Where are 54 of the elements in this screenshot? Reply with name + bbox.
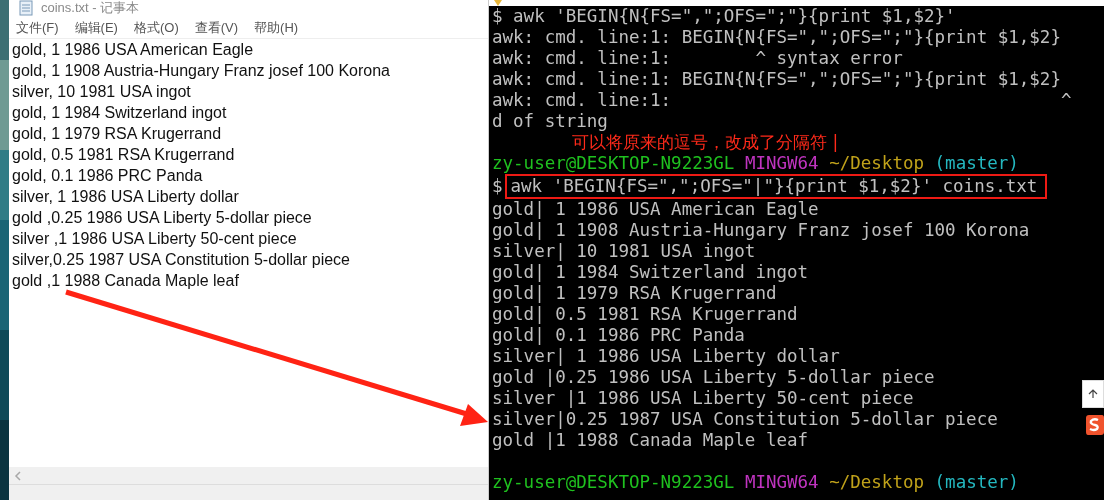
annotation-text: 可以将原来的逗号，改成了分隔符 |	[572, 132, 839, 152]
terminal-line: silver|0.25 1987 USA Constitution 5-dollar piece	[492, 409, 999, 430]
terminal-line: gold |1 1988 Canada Maple leaf	[492, 430, 810, 451]
horizontal-scrollbar[interactable]	[9, 467, 488, 485]
terminal-line: gold| 1 1986 USA American Eagle	[492, 199, 820, 220]
text-line: gold, 1 1908 Austria-Hungary Franz josef 100 Korona	[12, 61, 391, 81]
terminal-icon	[493, 0, 503, 6]
menu-item[interactable]: 查看(V)	[194, 19, 239, 37]
text-line: gold ,1 1988 Canada Maple leaf	[12, 271, 240, 291]
text-line: silver, 10 1981 USA ingot	[12, 82, 192, 102]
terminal-line: silver| 1 1986 USA Liberty dollar	[492, 346, 841, 367]
window-title: coins.txt - 记事本	[41, 0, 140, 17]
prompt-branch: (master)	[934, 153, 1019, 173]
terminal-line: gold| 1 1979 RSA Krugerrand	[492, 283, 778, 304]
up-arrow-icon	[1088, 389, 1098, 399]
scroll-left-icon[interactable]	[14, 470, 22, 481]
terminal-line: awk: cmd. line:1: ^ syntax error	[492, 48, 904, 69]
prompt-system: MINGW64	[744, 153, 819, 173]
terminal-line: gold| 1 1984 Switzerland ingot	[492, 262, 810, 283]
terminal-line: gold| 0.1 1986 PRC Panda	[492, 325, 746, 346]
menu-item[interactable]: 帮助(H)	[254, 19, 299, 37]
text-line: silver, 1 1986 USA Liberty dollar	[12, 187, 240, 207]
terminal-line: silver |1 1986 USA Liberty 50-cent piece	[492, 388, 915, 409]
menu-item[interactable]: 文件(F)	[16, 19, 59, 37]
text-line: silver ,1 1986 USA Liberty 50-cent piece	[12, 229, 298, 249]
prompt-system: MINGW64	[744, 472, 819, 492]
text-line: silver,0.25 1987 USA Constitution 5-dollar piece	[12, 250, 351, 270]
terminal-line: awk: cmd. line:1: BEGIN{N{FS=",";OFS=";"}{print $1,$2}	[492, 27, 1062, 48]
prompt-user: zy-user@DESKTOP-N9223GL	[492, 153, 735, 173]
text-line: gold, 0.5 1981 RSA Krugerrand	[12, 145, 236, 165]
prompt-user: zy-user@DESKTOP-N9223GL	[492, 472, 735, 492]
terminal-line: silver| 10 1981 USA ingot	[492, 241, 757, 262]
text-line: gold, 1 1979 RSA Krugerrand	[12, 124, 223, 144]
text-line: gold, 1 1984 Switzerland ingot	[12, 103, 228, 123]
terminal-line: d of string	[492, 111, 609, 132]
terminal-line: gold| 1 1908 Austria-Hungary Franz josef 100 Korona	[492, 220, 1031, 241]
text-line: gold ,0.25 1986 USA Liberty 5-dollar piece	[12, 208, 313, 228]
notepad-icon	[19, 0, 33, 16]
prompt-path: ~/Desktop	[829, 472, 924, 492]
terminal-line: awk: cmd. line:1: BEGIN{N{FS=",";OFS=";"}{print $1,$2}	[492, 69, 1062, 90]
menu-item[interactable]: 编辑(E)	[74, 19, 118, 37]
terminal-line: gold |0.25 1986 USA Liberty 5-dollar piece	[492, 367, 936, 388]
scroll-top-button[interactable]	[1082, 380, 1104, 408]
prompt-sign: $	[492, 176, 503, 197]
text-line: gold, 1 1986 USA American Eagle	[12, 40, 255, 60]
text-line: gold, 0.1 1986 PRC Panda	[12, 166, 204, 186]
terminal-line: awk: cmd. line:1: ^	[492, 90, 1073, 111]
input-method-icon[interactable]	[1084, 414, 1104, 436]
terminal-line: $ awk 'BEGIN{N{FS=",";OFS=";"}{print $1,$2}'	[492, 6, 957, 27]
command-text: awk 'BEGIN{FS=",";OFS="|"}{print $1,$2}' coins.txt	[510, 176, 1038, 196]
terminal-line: gold| 0.5 1981 RSA Krugerrand	[492, 304, 799, 325]
prompt-branch: (master)	[934, 472, 1019, 492]
menu-item[interactable]: 格式(O)	[133, 19, 179, 37]
prompt-path: ~/Desktop	[829, 153, 924, 173]
